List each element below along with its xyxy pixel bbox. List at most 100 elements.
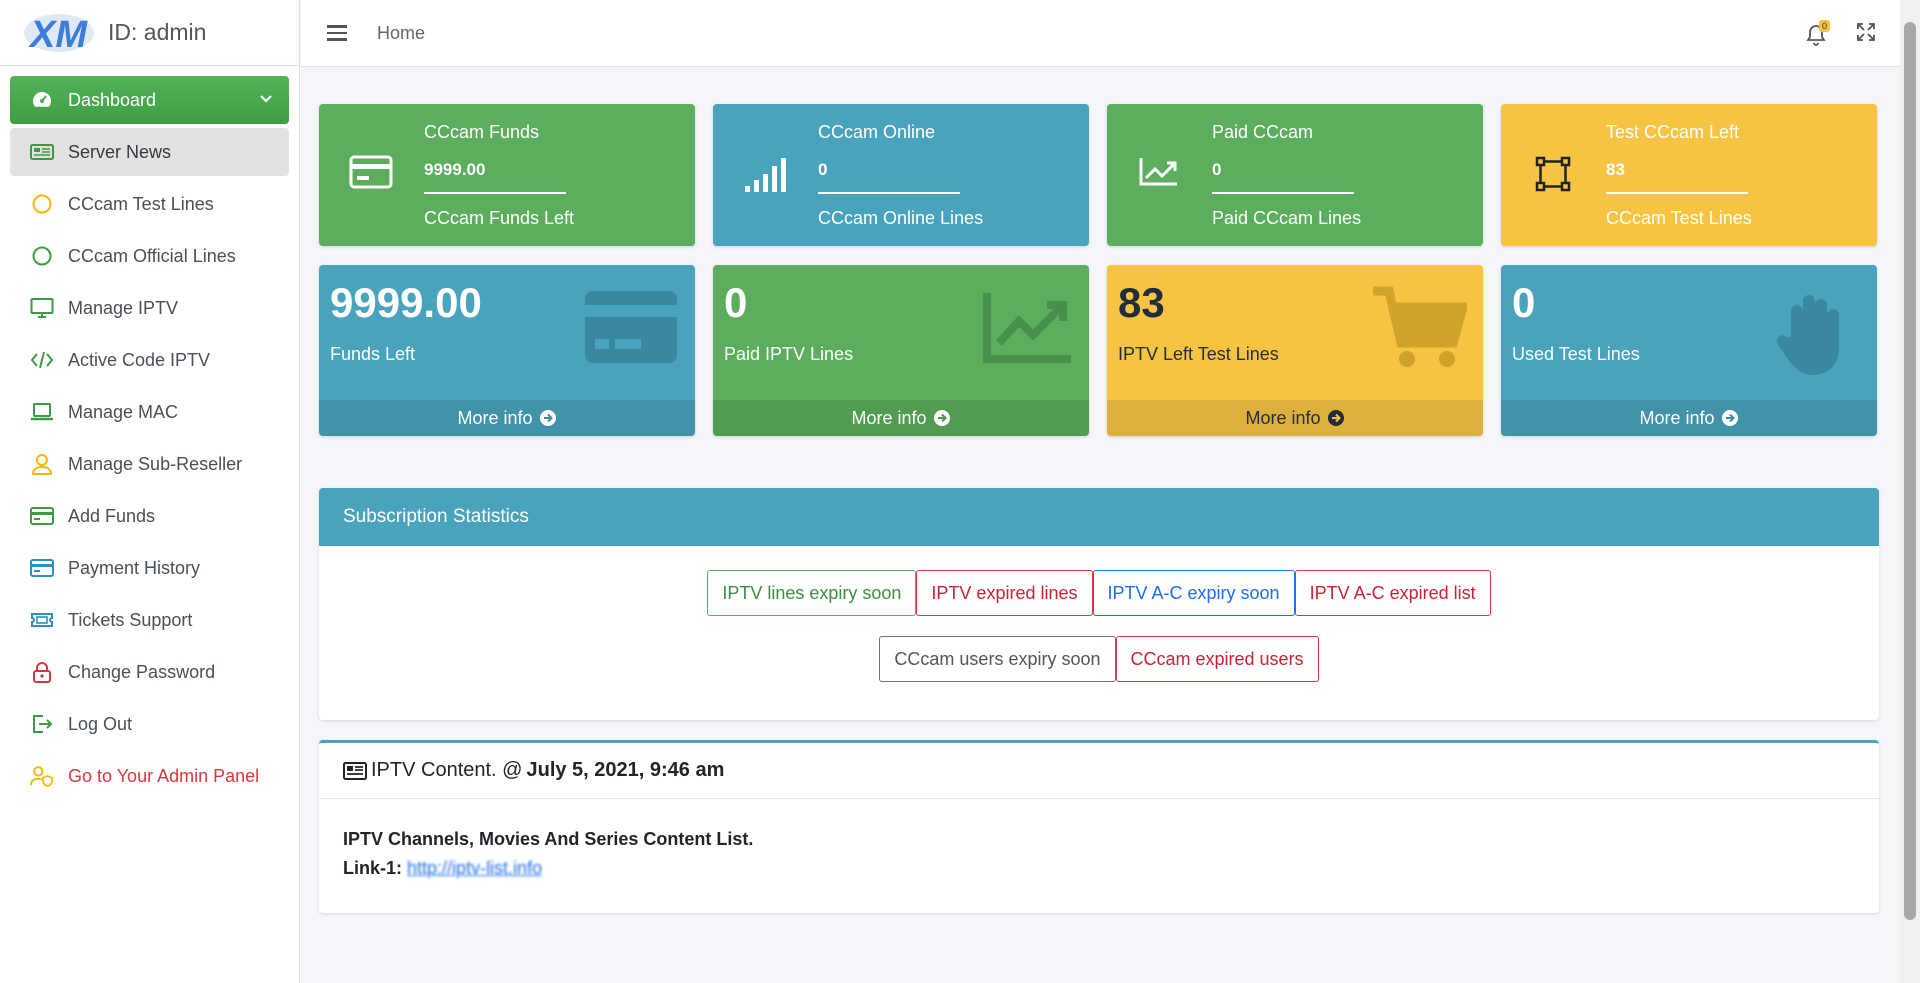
progress-bar (424, 192, 566, 194)
sidebar-item-add-funds[interactable]: Add Funds (10, 492, 289, 540)
code-icon (30, 348, 54, 372)
more-info-link[interactable]: More info (1107, 400, 1483, 436)
box-label: Used Test Lines (1512, 344, 1640, 364)
stat-subtitle: CCcam Test Lines (1606, 208, 1752, 228)
sidebar-item-label: Manage Sub-Reseller (68, 453, 243, 474)
box-value: 9999.00 (330, 279, 482, 326)
stat-subtitle: CCcam Funds Left (424, 208, 575, 228)
stat-title: Paid CCcam (1212, 122, 1314, 142)
sidebar-item-label: Log Out (68, 713, 133, 734)
stat-card-cccam-funds: CCcam Funds 9999.00 CCcam Funds Left (319, 104, 695, 246)
news-panel: IPTV Content. @ July 5, 2021, 9:46 am IP… (319, 740, 1879, 913)
stats-row-bottom: 9999.00 Funds Left More info 0 Paid IPTV… (319, 265, 1879, 436)
sidebar-item-active-code-iptv[interactable]: Active Code IPTV (10, 336, 289, 384)
hamburger-menu-icon[interactable] (327, 21, 347, 45)
scrollbar-thumb[interactable] (1904, 22, 1916, 920)
small-box-used-test-lines: 0 Used Test Lines More info (1501, 265, 1877, 436)
laptop-icon (30, 400, 54, 424)
box-label: Paid IPTV Lines (724, 344, 854, 364)
box-value: 83 (1118, 279, 1165, 326)
sidebar-item-cccam-official-lines[interactable]: CCcam Official Lines (10, 232, 289, 280)
sidebar-item-tickets-support[interactable]: Tickets Support (10, 596, 289, 644)
credit-card-icon (583, 289, 679, 370)
link-label: Link-1: (343, 858, 403, 878)
sidebar-item-dashboard[interactable]: Dashboard (10, 76, 289, 124)
user-shield-icon (30, 764, 54, 788)
hand-icon (1771, 289, 1861, 384)
small-box-funds-left: 9999.00 Funds Left More info (319, 265, 695, 436)
stat-subtitle: Paid CCcam Lines (1212, 208, 1362, 228)
sidebar-item-log-out[interactable]: Log Out (10, 700, 289, 748)
top-navbar: Home 0 (301, 0, 1900, 67)
sidebar-item-label: CCcam Test Lines (68, 193, 214, 214)
sidebar-item-label: Tickets Support (68, 609, 193, 630)
xm-logo[interactable]: XM (22, 11, 96, 56)
iptv-ac-expired-list-button[interactable]: IPTV A-C expired list (1294, 570, 1491, 616)
tachometer-icon (30, 88, 54, 112)
box-label: Funds Left (330, 344, 416, 364)
more-info-label: More info (851, 407, 927, 428)
stat-title: Test CCcam Left (1606, 122, 1740, 142)
iptv-ac-expiry-soon-button[interactable]: IPTV A-C expiry soon (1092, 570, 1295, 616)
more-info-label: More info (1639, 407, 1715, 428)
content-list-link[interactable]: http://iptv-list.info (407, 858, 542, 878)
ticket-icon (30, 608, 54, 632)
box-value: 0 (724, 279, 748, 326)
chevron-down-icon (259, 90, 273, 111)
progress-bar (1606, 192, 1748, 194)
credit-card-icon (30, 556, 54, 580)
sidebar-item-payment-history[interactable]: Payment History (10, 544, 289, 592)
fullscreen-button[interactable] (1856, 22, 1876, 47)
user-id-label: ID: admin (108, 19, 207, 45)
sidebar-item-manage-sub-reseller[interactable]: Manage Sub-Reseller (10, 440, 289, 488)
panel-body: IPTV lines expiry soon IPTV expired line… (319, 546, 1879, 720)
circle-icon (30, 192, 54, 216)
sidebar-item-server-news[interactable]: Server News (10, 128, 289, 176)
small-box-iptv-left-test-lines: 83 IPTV Left Test Lines More info (1107, 265, 1483, 436)
newspaper-icon (343, 761, 367, 780)
news-line: IPTV Channels, Movies And Series Content… (343, 829, 754, 849)
lock-icon (30, 660, 54, 684)
box-value: 0 (1512, 279, 1536, 326)
stat-value: 0 (1212, 160, 1222, 179)
user-icon (30, 452, 54, 476)
more-info-link[interactable]: More info (713, 400, 1089, 436)
more-info-link[interactable]: More info (319, 400, 695, 436)
news-title: IPTV Content. @ (371, 759, 523, 781)
sidebar-item-cccam-test-lines[interactable]: CCcam Test Lines (10, 180, 289, 228)
sidebar-item-manage-iptv[interactable]: Manage IPTV (10, 284, 289, 332)
sidebar-item-change-password[interactable]: Change Password (10, 648, 289, 696)
sidebar-item-label: Change Password (68, 661, 216, 682)
main-content: CCcam Funds 9999.00 CCcam Funds Left CCc… (319, 104, 1879, 913)
more-info-label: More info (457, 407, 533, 428)
home-link[interactable]: Home (377, 23, 425, 44)
notification-bell-button[interactable]: 0 (1806, 19, 1831, 46)
button-row: CCcam users expiry soon CCcam expired us… (879, 636, 1319, 682)
stat-subtitle: CCcam Online Lines (818, 208, 984, 228)
news-date: July 5, 2021, 9:46 am (526, 759, 725, 781)
iptv-lines-expiry-soon-button[interactable]: IPTV lines expiry soon (707, 570, 917, 616)
sidebar-item-label: Manage IPTV (68, 297, 179, 318)
box-label: IPTV Left Test Lines (1118, 344, 1279, 364)
more-info-link[interactable]: More info (1501, 400, 1877, 436)
stat-card-test-cccam-left: Test CCcam Left 83 CCcam Test Lines (1501, 104, 1877, 246)
stat-title: CCcam Funds (424, 122, 540, 142)
page-scrollbar[interactable] (1900, 0, 1920, 983)
stat-card-paid-cccam: Paid CCcam 0 Paid CCcam Lines (1107, 104, 1483, 246)
newspaper-icon (30, 140, 54, 164)
signal-icon (743, 154, 787, 194)
sidebar-item-label: Dashboard (68, 89, 157, 110)
progress-bar (1212, 192, 1354, 194)
cccam-expired-users-button[interactable]: CCcam expired users (1115, 636, 1319, 682)
credit-card-icon (349, 154, 393, 194)
sidebar-item-manage-mac[interactable]: Manage MAC (10, 388, 289, 436)
chart-area-icon (983, 289, 1073, 370)
subscription-statistics-panel: Subscription Statistics IPTV lines expir… (319, 488, 1879, 720)
cccam-users-expiry-soon-button[interactable]: CCcam users expiry soon (879, 636, 1116, 682)
monitor-icon (30, 296, 54, 320)
sidebar-item-admin-panel[interactable]: Go to Your Admin Panel (10, 752, 289, 800)
progress-bar (818, 192, 960, 194)
panel-title: Subscription Statistics (319, 488, 1879, 546)
iptv-expired-lines-button[interactable]: IPTV expired lines (916, 570, 1093, 616)
shopping-cart-icon (1371, 285, 1469, 376)
